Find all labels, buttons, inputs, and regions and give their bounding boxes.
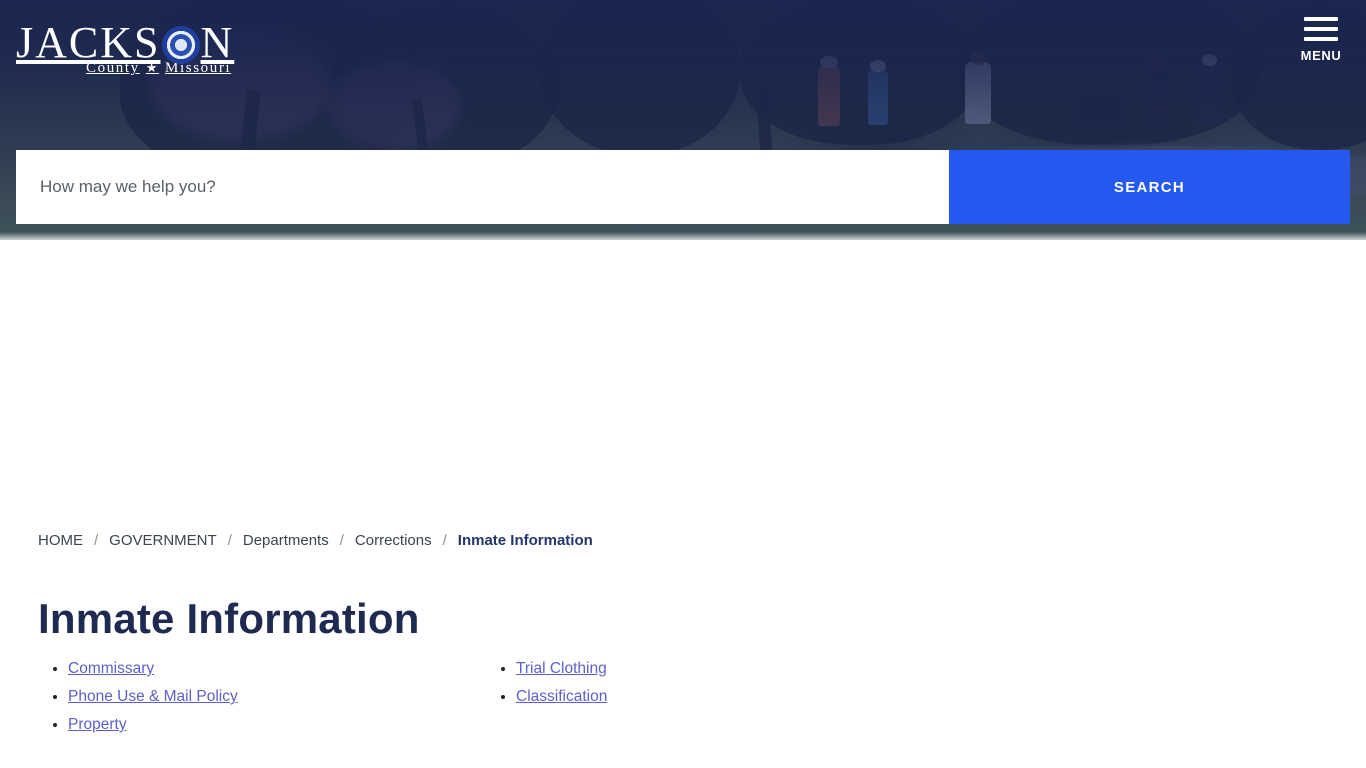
site-header-banner: JACKS N County★Missouri MENU SEARCH (0, 0, 1366, 240)
link-trial-clothing[interactable]: Trial Clothing (516, 660, 607, 677)
breadcrumb-separator: / (339, 532, 344, 549)
county-seal-icon (161, 26, 200, 64)
site-search: SEARCH (16, 150, 1350, 224)
breadcrumb-item-government[interactable]: GOVERNMENT (109, 532, 217, 549)
list-item: Phone Use & Mail Policy (68, 688, 486, 706)
quick-links: Commissary Phone Use & Mail Policy Prope… (38, 660, 880, 744)
menu-button[interactable]: MENU (1288, 6, 1354, 74)
breadcrumb-separator: / (94, 532, 99, 549)
page-title: Inmate Information (38, 595, 420, 642)
breadcrumb-item-departments[interactable]: Departments (243, 532, 329, 549)
banner-bottom-fade (0, 232, 1366, 240)
breadcrumb-item-corrections[interactable]: Corrections (355, 532, 432, 549)
list-item: Classification (516, 688, 880, 706)
list-item: Commissary (68, 660, 486, 678)
quick-links-column-1: Commissary Phone Use & Mail Policy Prope… (38, 660, 486, 744)
star-icon: ★ (145, 60, 160, 75)
breadcrumb-item-home[interactable]: HOME (38, 532, 83, 549)
hamburger-icon (1304, 17, 1338, 41)
link-classification[interactable]: Classification (516, 688, 607, 705)
site-logo[interactable]: JACKS N County ★ Missouri (16, 20, 276, 90)
breadcrumb-separator: / (227, 532, 232, 549)
list-item: Trial Clothing (516, 660, 880, 678)
search-button[interactable]: SEARCH (949, 150, 1350, 224)
breadcrumb-item-current: Inmate Information (457, 532, 593, 549)
link-property[interactable]: Property (68, 716, 127, 733)
quick-links-column-2: Trial Clothing Classification (486, 660, 880, 744)
link-commissary[interactable]: Commissary (68, 660, 154, 677)
logo-county-text: County (86, 60, 140, 76)
breadcrumb: HOME / GOVERNMENT / Departments / Correc… (38, 532, 593, 549)
breadcrumb-separator: / (442, 532, 447, 549)
list-item: Property (68, 716, 486, 734)
link-phone-use-mail-policy[interactable]: Phone Use & Mail Policy (68, 688, 238, 705)
menu-button-label: MENU (1300, 48, 1342, 63)
search-input[interactable] (16, 150, 949, 224)
